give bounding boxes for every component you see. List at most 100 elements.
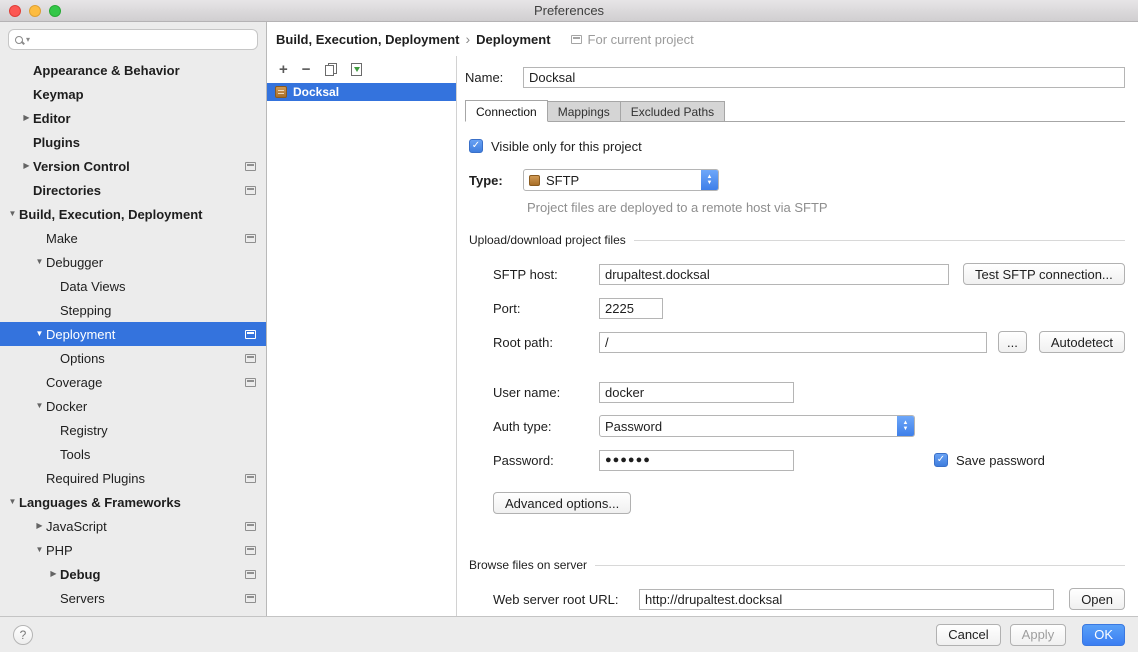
sidebar-item-php[interactable]: ▼ PHP (0, 538, 266, 562)
sidebar-item-label: Stepping (60, 303, 111, 318)
sidebar-item-label: JavaScript (46, 519, 107, 534)
auth-type-value: Password (605, 419, 897, 434)
sidebar-item-required-plugins[interactable]: Required Plugins (0, 466, 266, 490)
copy-server-icon[interactable] (325, 63, 337, 76)
sidebar-item-docker[interactable]: ▼ Docker (0, 394, 266, 418)
chevron-right-icon[interactable]: ▶ (33, 514, 46, 538)
sidebar-item-coverage[interactable]: Coverage (0, 370, 266, 394)
sidebar-item-version-control[interactable]: ▶ Version Control (0, 154, 266, 178)
sidebar-item-label: Data Views (60, 279, 126, 294)
password-label: Password: (493, 453, 599, 468)
name-row: Name: (465, 65, 1125, 89)
settings-tree: Appearance & Behavior Keymap ▶ Editor Pl… (0, 56, 266, 616)
chevron-right-icon[interactable]: ▶ (47, 562, 60, 586)
server-list-item-docksal[interactable]: Docksal (267, 83, 456, 101)
deployment-form: Name: Connection Mappings Excluded Paths… (457, 56, 1138, 616)
zoom-window-button[interactable] (49, 5, 61, 17)
chevron-down-icon[interactable]: ▼ (33, 250, 46, 274)
current-project-icon (245, 234, 256, 243)
search-icon (15, 36, 23, 44)
sidebar-item-registry[interactable]: Registry (0, 418, 266, 442)
chevron-down-icon[interactable]: ▼ (6, 490, 19, 514)
current-project-icon (245, 474, 256, 483)
breadcrumb-category[interactable]: Build, Execution, Deployment (276, 32, 459, 47)
port-row: Port: (493, 296, 1125, 320)
sidebar-item-appearance-behavior[interactable]: Appearance & Behavior (0, 58, 266, 82)
title-bar[interactable]: Preferences (0, 0, 1138, 22)
sidebar-item-debug[interactable]: ▶ Debug (0, 562, 266, 586)
sidebar-item-label: Servers (60, 591, 105, 606)
sidebar-item-tools[interactable]: Tools (0, 442, 266, 466)
web-root-row: Web server root URL: Open (493, 587, 1125, 611)
tab-excluded-paths[interactable]: Excluded Paths (620, 101, 725, 121)
sftp-host-input[interactable] (599, 264, 949, 285)
user-name-input[interactable] (599, 382, 794, 403)
ok-button[interactable]: OK (1082, 624, 1125, 646)
sidebar-item-directories[interactable]: Directories (0, 178, 266, 202)
sidebar-item-deployment[interactable]: ▼ Deployment (0, 322, 266, 346)
open-url-button[interactable]: Open (1069, 588, 1125, 610)
combo-stepper-icon[interactable]: ▲ ▼ (897, 416, 914, 436)
root-path-input[interactable] (599, 332, 987, 353)
sidebar-item-javascript[interactable]: ▶ JavaScript (0, 514, 266, 538)
sftp-type-icon (529, 175, 540, 186)
cancel-button[interactable]: Cancel (936, 624, 1000, 646)
autodetect-button[interactable]: Autodetect (1039, 331, 1125, 353)
minimize-window-button[interactable] (29, 5, 41, 17)
search-box[interactable]: ▾ (8, 29, 258, 50)
sidebar-item-build-execution-deployment[interactable]: ▼ Build, Execution, Deployment (0, 202, 266, 226)
sidebar-item-debugger[interactable]: ▼ Debugger (0, 250, 266, 274)
servers-list-panel: + − Docksal (267, 56, 457, 616)
traffic-lights (9, 5, 61, 17)
sidebar-item-languages-frameworks[interactable]: ▼ Languages & Frameworks (0, 490, 266, 514)
browse-root-path-button[interactable]: ... (998, 331, 1027, 353)
chevron-right-icon[interactable]: ▶ (20, 154, 33, 178)
sidebar-item-label: Deployment (46, 327, 115, 342)
sidebar-item-editor[interactable]: ▶ Editor (0, 106, 266, 130)
advanced-options-button[interactable]: Advanced options... (493, 492, 631, 514)
tab-bar: Connection Mappings Excluded Paths (465, 100, 1125, 122)
import-servers-icon[interactable] (351, 63, 362, 76)
combo-stepper-icon[interactable]: ▲ ▼ (701, 170, 718, 190)
search-input[interactable] (33, 33, 251, 47)
apply-button[interactable]: Apply (1010, 624, 1067, 646)
sidebar-item-label: Make (46, 231, 78, 246)
help-button[interactable]: ? (13, 625, 33, 645)
root-path-row: Root path: ... Autodetect (493, 330, 1125, 354)
chevron-down-icon[interactable]: ▼ (33, 322, 46, 346)
chevron-right-icon[interactable]: ▶ (20, 106, 33, 130)
visible-only-checkbox[interactable]: ✓ (469, 139, 483, 153)
chevron-down-icon[interactable]: ▼ (33, 538, 46, 562)
tab-connection[interactable]: Connection (465, 100, 548, 122)
sidebar-item-options[interactable]: Options (0, 346, 266, 370)
upload-section-header: Upload/download project files (469, 233, 1125, 247)
type-value: SFTP (546, 173, 701, 188)
remove-server-icon[interactable]: − (302, 62, 311, 77)
sidebar-item-label: Coverage (46, 375, 102, 390)
type-help-text: Project files are deployed to a remote h… (527, 200, 1125, 215)
sidebar-item-stepping[interactable]: Stepping (0, 298, 266, 322)
sidebar-item-label: Appearance & Behavior (33, 63, 180, 78)
auth-type-select[interactable]: Password ▲ ▼ (599, 415, 915, 437)
sidebar-item-plugins[interactable]: Plugins (0, 130, 266, 154)
chevron-down-icon[interactable]: ▼ (6, 202, 19, 226)
web-root-input[interactable] (639, 589, 1054, 610)
chevron-down-icon[interactable]: ▼ (33, 394, 46, 418)
sidebar-item-keymap[interactable]: Keymap (0, 82, 266, 106)
tab-mappings[interactable]: Mappings (547, 101, 621, 121)
auth-type-label: Auth type: (493, 419, 599, 434)
scope-label: For current project (588, 32, 694, 47)
name-input[interactable] (523, 67, 1125, 88)
sidebar-item-make[interactable]: Make (0, 226, 266, 250)
password-input[interactable] (599, 450, 794, 471)
sidebar-item-data-views[interactable]: Data Views (0, 274, 266, 298)
search-caret-icon[interactable]: ▾ (26, 35, 30, 44)
test-sftp-connection-button[interactable]: Test SFTP connection... (963, 263, 1125, 285)
port-input[interactable] (599, 298, 663, 319)
add-server-icon[interactable]: + (279, 62, 288, 77)
browse-section-label: Browse files on server (469, 558, 587, 572)
save-password-checkbox[interactable]: ✓ (934, 453, 948, 467)
close-window-button[interactable] (9, 5, 21, 17)
type-select[interactable]: SFTP ▲ ▼ (523, 169, 719, 191)
sidebar-item-servers[interactable]: Servers (0, 586, 266, 610)
